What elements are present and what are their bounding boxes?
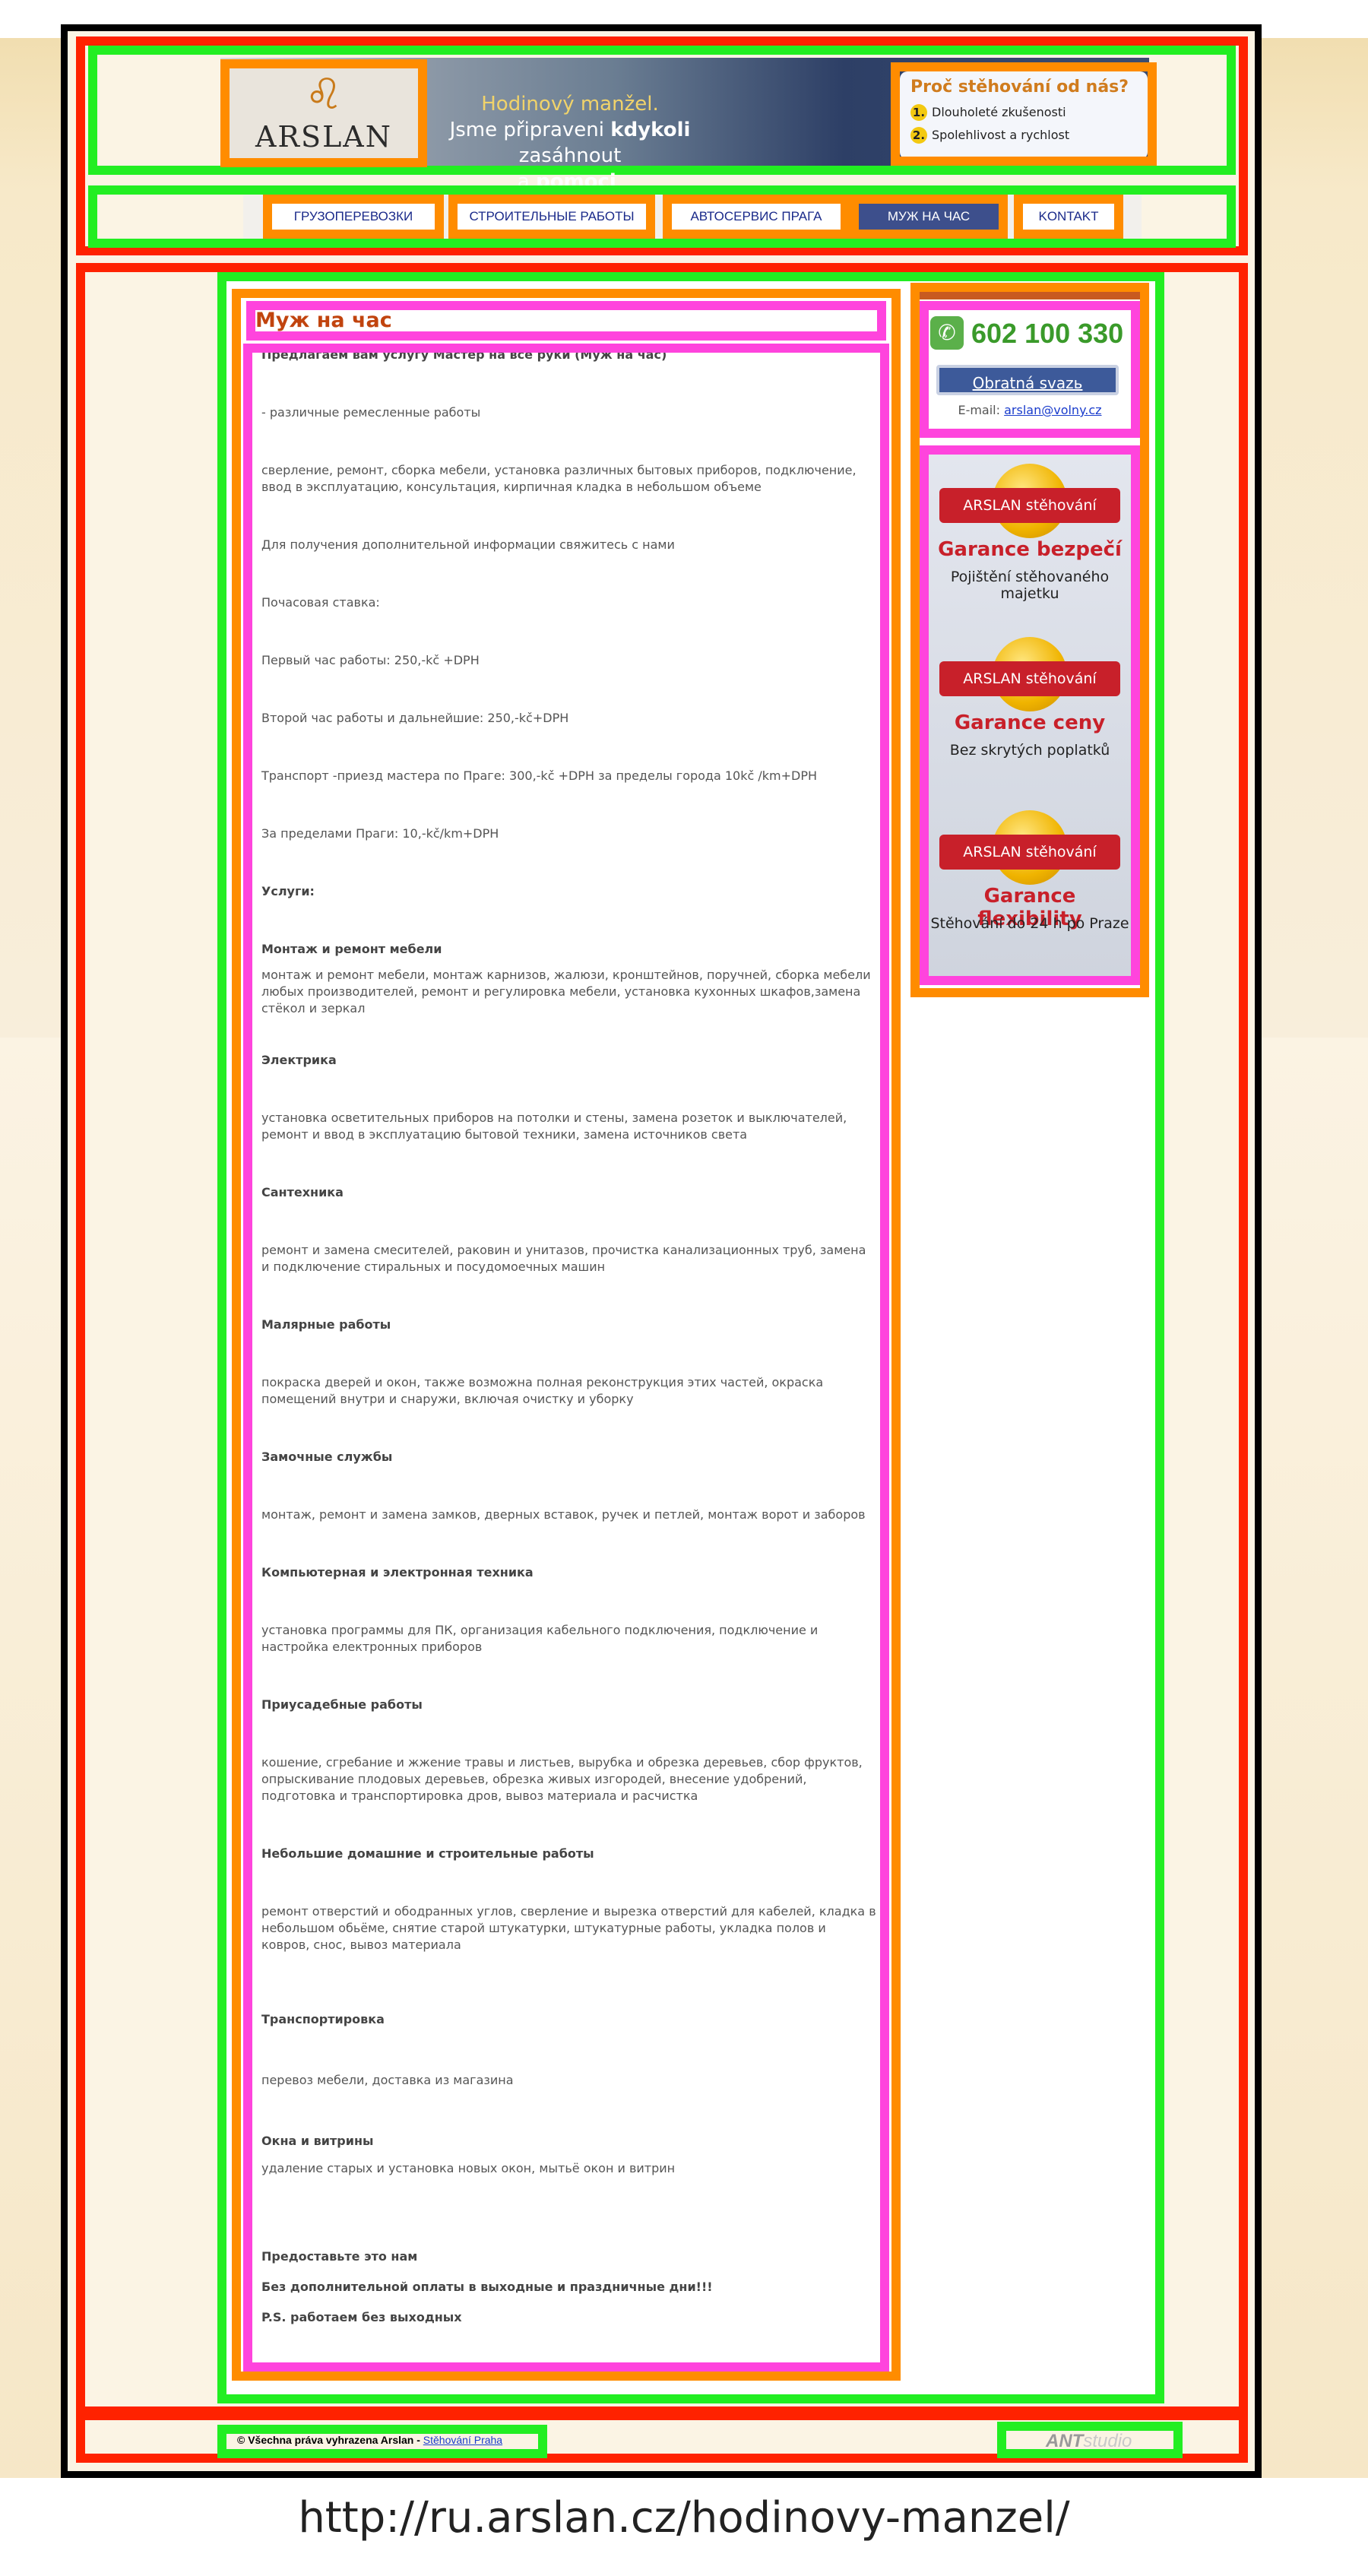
body-highlight	[243, 344, 889, 2372]
banner-line-1: Hodinový manžel.	[481, 93, 659, 116]
footer-studio-highlight	[997, 2422, 1183, 2458]
nav-item-highlight	[1014, 195, 1123, 239]
badges-highlight	[920, 445, 1140, 985]
footer-copyright-highlight	[217, 2425, 547, 2458]
why-us-highlight	[891, 62, 1157, 166]
nav-item-highlight	[663, 195, 850, 239]
url-caption: http://ru.arslan.cz/hodinovy-manzel/	[298, 2493, 1070, 2543]
title-highlight	[246, 301, 886, 341]
contact-highlight	[920, 301, 1140, 438]
nav-item-highlight	[263, 195, 444, 239]
nav-item-highlight	[448, 195, 655, 239]
nav-item-highlight	[850, 195, 1008, 239]
banner-line-2: Jsme připraveni kdykoli zasáhnout	[449, 119, 691, 167]
logo-highlight	[220, 59, 427, 167]
banner-slogan: Hodinový manžel. Jsme připraveni kdykoli…	[426, 91, 714, 195]
